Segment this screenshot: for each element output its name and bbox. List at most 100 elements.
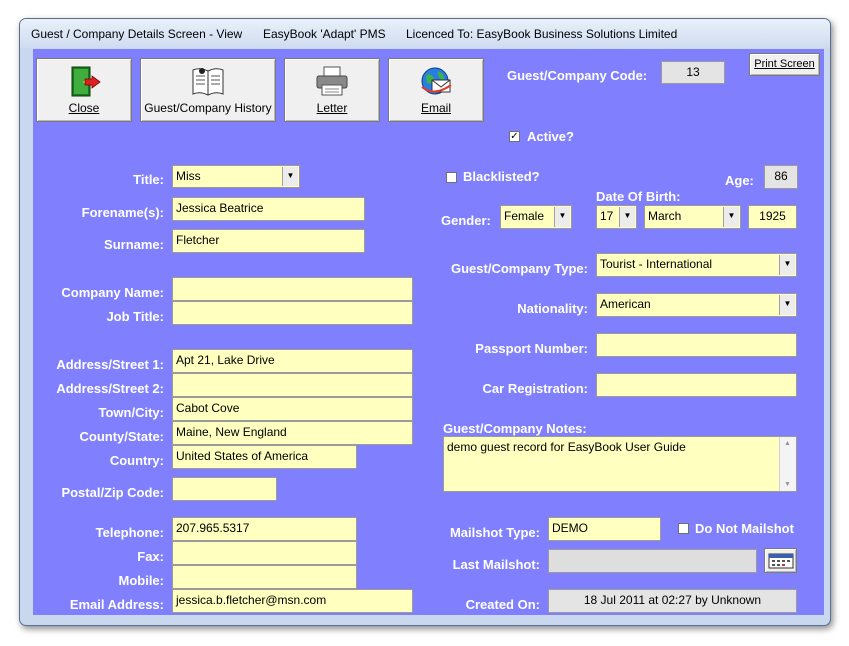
passport-label: Passport Number: <box>475 341 588 356</box>
chevron-down-icon: ▼ <box>723 207 739 227</box>
title-bar[interactable]: Guest / Company Details Screen - View Ea… <box>20 19 830 48</box>
surname-label: Surname: <box>104 237 164 252</box>
calendar-icon <box>768 553 794 569</box>
county-label: County/State: <box>79 429 165 444</box>
notes-value: demo guest record for EasyBook User Guid… <box>447 440 686 454</box>
dob-label: Date Of Birth: <box>596 189 681 204</box>
notes-label: Guest/Company Notes: <box>443 421 587 436</box>
guest-history-label: Guest/Company History <box>144 101 272 115</box>
age-label: Age: <box>725 173 754 188</box>
active-label: Active? <box>527 129 574 144</box>
blacklisted-checkbox[interactable] <box>446 172 457 183</box>
email-address-label: Email Address: <box>69 597 164 612</box>
chevron-down-icon: ▼ <box>619 207 635 227</box>
guest-details-window: Guest / Company Details Screen - View Ea… <box>19 18 831 626</box>
car-registration-field[interactable] <box>596 373 797 397</box>
nationality-value: American <box>600 297 651 311</box>
guest-code-field: 13 <box>661 61 725 84</box>
do-not-mailshot-label: Do Not Mailshot <box>695 521 794 536</box>
guest-history-button[interactable]: Guest/Company History <box>140 58 276 122</box>
email-globe-icon <box>421 67 452 95</box>
notes-scrollbar[interactable]: ▲ ▼ <box>779 437 796 491</box>
title-label: Title: <box>133 172 164 187</box>
calendar-button[interactable] <box>764 548 797 573</box>
gender-value: Female <box>504 209 545 223</box>
dob-month-value: March <box>648 209 682 223</box>
window-title: Guest / Company Details Screen - View <box>31 27 243 41</box>
telephone-field[interactable]: 207.965.5317 <box>172 517 357 541</box>
telephone-label: Telephone: <box>95 525 164 540</box>
mailshot-type-label: Mailshot Type: <box>449 525 540 540</box>
dob-day-select[interactable]: 17 ▼ <box>596 205 637 229</box>
gender-label: Gender: <box>441 213 491 228</box>
created-on-label: Created On: <box>465 597 540 612</box>
title-value: Miss <box>176 169 201 183</box>
mailshot-type-field[interactable]: DEMO <box>548 517 661 541</box>
do-not-mailshot-checkbox[interactable] <box>678 523 689 534</box>
company-name-field[interactable] <box>172 277 413 301</box>
company-name-label: Company Name: <box>61 285 164 300</box>
email-button-label: Email <box>420 101 451 115</box>
dob-month-select[interactable]: March ▼ <box>644 205 741 229</box>
country-field[interactable]: United States of America <box>172 445 357 469</box>
printer-icon <box>316 66 348 96</box>
chevron-down-icon: ▼ <box>554 207 570 227</box>
job-title-label: Job Title: <box>106 309 164 324</box>
county-field[interactable]: Maine, New England <box>172 421 413 445</box>
chevron-down-icon: ▼ <box>779 295 795 315</box>
postal-field[interactable] <box>172 477 277 501</box>
dob-day-value: 17 <box>600 209 614 223</box>
fax-field[interactable] <box>172 541 357 565</box>
country-label: Country: <box>109 453 164 468</box>
title-select[interactable]: Miss ▼ <box>172 165 300 188</box>
print-screen-button[interactable]: Print Screen <box>749 53 820 76</box>
last-mailshot-label: Last Mailshot: <box>452 557 540 572</box>
job-title-field[interactable] <box>172 301 413 325</box>
age-field: 86 <box>764 165 798 189</box>
passport-field[interactable] <box>596 333 797 357</box>
forename-field[interactable]: Jessica Beatrice <box>172 197 365 221</box>
letter-button-label: Letter <box>316 101 348 115</box>
nationality-label: Nationality: <box>517 301 588 316</box>
car-registration-label: Car Registration: <box>482 381 588 396</box>
email-address-field[interactable]: jessica.b.fletcher@msn.com <box>172 589 413 613</box>
address1-field[interactable]: Apt 21, Lake Drive <box>172 349 413 373</box>
forename-label: Forename(s): <box>81 205 164 220</box>
guest-type-select[interactable]: Tourist - International ▼ <box>596 253 797 277</box>
chevron-down-icon: ▼ <box>282 167 298 186</box>
mobile-label: Mobile: <box>118 573 165 588</box>
address2-field[interactable] <box>172 373 413 397</box>
blacklisted-label: Blacklisted? <box>463 169 540 184</box>
created-on-field: 18 Jul 2011 at 02:27 by Unknown <box>548 589 797 613</box>
nationality-select[interactable]: American ▼ <box>596 293 797 317</box>
guest-type-label: Guest/Company Type: <box>450 261 588 276</box>
mobile-field[interactable] <box>172 565 357 589</box>
exit-door-icon <box>71 66 101 97</box>
dob-year-field[interactable]: 1925 <box>748 205 797 229</box>
town-field[interactable]: Cabot Cove <box>172 397 413 421</box>
scroll-up-icon[interactable]: ▲ <box>784 440 791 447</box>
print-screen-label: Print Screen <box>754 58 815 70</box>
close-button[interactable]: Close <box>36 58 132 122</box>
guest-type-value: Tourist - International <box>600 257 713 271</box>
letter-button[interactable]: Letter <box>284 58 380 122</box>
history-book-icon <box>192 68 224 96</box>
surname-field[interactable]: Fletcher <box>172 229 365 253</box>
chevron-down-icon: ▼ <box>779 255 795 275</box>
gender-select[interactable]: Female ▼ <box>500 205 572 229</box>
app-name: EasyBook 'Adapt' PMS <box>263 27 386 41</box>
town-label: Town/City: <box>98 405 164 420</box>
active-checkbox[interactable]: ✓ <box>509 131 520 142</box>
close-button-label: Close <box>68 101 100 115</box>
fax-label: Fax: <box>137 549 164 564</box>
last-mailshot-field <box>548 549 757 573</box>
licence-text: Licenced To: EasyBook Business Solutions… <box>406 27 678 41</box>
email-button[interactable]: Email <box>388 58 484 122</box>
address1-label: Address/Street 1: <box>56 357 164 372</box>
details-panel: Close Guest/Company History Letter Email… <box>33 49 824 615</box>
check-mark-icon: ✓ <box>510 131 519 142</box>
postal-label: Postal/Zip Code: <box>61 485 164 500</box>
scroll-down-icon[interactable]: ▼ <box>784 481 791 488</box>
address2-label: Address/Street 2: <box>56 381 164 396</box>
notes-textarea[interactable]: demo guest record for EasyBook User Guid… <box>443 436 797 492</box>
